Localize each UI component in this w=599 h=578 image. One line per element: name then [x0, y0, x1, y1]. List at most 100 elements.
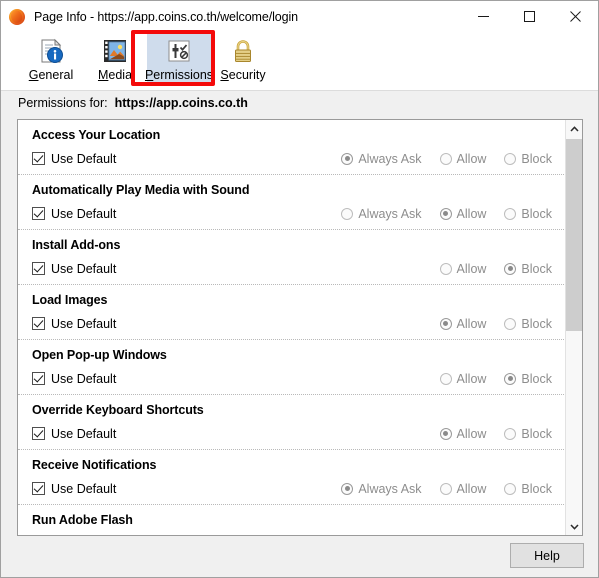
radio-option-label: Allow [456, 261, 487, 276]
tab-media[interactable]: Media [83, 32, 147, 84]
radio-option[interactable]: Allow [439, 261, 487, 276]
radio-option[interactable]: Allow [439, 371, 487, 386]
minimize-button[interactable] [460, 1, 506, 32]
chevron-down-icon [570, 523, 579, 530]
tab-security[interactable]: Security [211, 32, 275, 84]
use-default-checkbox[interactable]: Use Default [32, 152, 116, 166]
use-default-checkbox[interactable]: Use Default [32, 427, 116, 441]
checkmark-icon [32, 317, 45, 330]
radio-option[interactable]: Allow [439, 316, 487, 331]
permission-row: Automatically Play Media with Sound Use D… [18, 175, 566, 230]
permissions-sliders-icon [163, 35, 195, 67]
radio-dot-icon [504, 482, 517, 495]
close-button[interactable] [552, 1, 598, 32]
page-info-window: Page Info - https://app.coins.co.th/welc… [0, 0, 599, 578]
permission-title: Receive Notifications [32, 458, 157, 472]
permission-row: Access Your Location Use Default Always As… [18, 120, 566, 175]
permission-options: Always Ask Allow Block [341, 479, 552, 498]
firefox-icon [9, 8, 25, 25]
checkmark-icon [32, 207, 45, 220]
radio-option[interactable]: Block [504, 317, 552, 331]
radio-dot-icon [504, 427, 517, 440]
radio-option[interactable]: Block [504, 207, 552, 221]
radio-option[interactable]: Allow [439, 207, 486, 221]
permission-title: Open Pop-up Windows [32, 348, 167, 362]
permission-title: Automatically Play Media with Sound [32, 183, 250, 197]
checkmark-icon [32, 152, 45, 165]
radio-option[interactable]: Block [504, 152, 552, 166]
radio-option[interactable]: Always Ask [341, 152, 422, 166]
checkmark-icon [32, 262, 45, 275]
scrollbar-thumb[interactable] [566, 139, 582, 331]
scrollbar-track[interactable] [566, 137, 582, 518]
use-default-label: Use Default [51, 206, 117, 221]
tab-media-label: Media [97, 68, 133, 82]
radio-dot-icon [439, 372, 452, 385]
radio-option-label: Allow [456, 481, 487, 496]
help-button[interactable]: Help [510, 543, 584, 568]
permission-row-body: Use Default Always Ask Allow Block [32, 149, 552, 168]
tab-security-label: Security [220, 68, 266, 82]
permission-title: Access Your Location [32, 128, 161, 142]
radio-option-label: Block [521, 206, 552, 221]
radio-option[interactable]: Block [504, 372, 552, 386]
radio-option-label: Block [521, 481, 552, 496]
use-default-checkbox[interactable]: Use Default [32, 207, 116, 221]
permission-row: Override Keyboard Shortcuts Use Default Al… [18, 395, 566, 450]
radio-option[interactable]: Allow [439, 426, 487, 441]
permission-options: Allow Block [439, 424, 552, 443]
radio-dot-icon [439, 482, 452, 495]
radio-option-label: Block [521, 426, 552, 441]
minimize-icon [477, 16, 489, 17]
permissions-scrollbar[interactable] [565, 120, 582, 535]
tab-general-label: General [28, 68, 74, 82]
maximize-icon [523, 11, 535, 22]
radio-option[interactable]: Block [504, 262, 552, 276]
media-filmstrip-icon [99, 35, 131, 67]
radio-dot-icon [341, 482, 354, 495]
radio-dot-icon [341, 207, 354, 220]
radio-dot-icon [504, 372, 517, 385]
permission-row-body: Use Default Always Ask Allow Block [32, 479, 552, 498]
tab-general[interactable]: General [19, 32, 83, 84]
permissions-list: Access Your Location Use Default Always As… [18, 120, 566, 535]
radio-option-label: Allow [456, 371, 487, 386]
use-default-label: Use Default [51, 316, 117, 331]
permissions-list-panel: Access Your Location Use Default Always As… [17, 119, 583, 536]
permission-row: Install Add-ons Use Default Allow Block [18, 230, 566, 285]
radio-option[interactable]: Always Ask [341, 482, 422, 496]
padlock-icon [227, 35, 259, 67]
radio-dot-icon [439, 317, 452, 330]
radio-option-label: Block [521, 316, 552, 331]
radio-option-label: Allow [456, 151, 487, 166]
radio-option[interactable]: Allow [439, 151, 487, 166]
permissions-for-host: https://app.coins.co.th [114, 96, 248, 110]
radio-dot-icon [341, 152, 354, 165]
use-default-label: Use Default [51, 371, 117, 386]
use-default-checkbox[interactable]: Use Default [32, 262, 116, 276]
radio-dot-icon [504, 207, 517, 220]
permissions-for-label: Permissions for: [18, 96, 108, 110]
scroll-up-button[interactable] [566, 120, 582, 137]
checkmark-icon [32, 427, 45, 440]
permission-row: Run Adobe Flash [18, 505, 566, 535]
tab-permissions[interactable]: Permissions [144, 32, 214, 84]
document-info-icon [35, 35, 67, 67]
radio-dot-icon [439, 262, 452, 275]
use-default-checkbox[interactable]: Use Default [32, 317, 116, 331]
use-default-checkbox[interactable]: Use Default [32, 372, 116, 386]
radio-option[interactable]: Allow [439, 481, 487, 496]
maximize-button[interactable] [506, 1, 552, 32]
use-default-label: Use Default [51, 481, 117, 496]
radio-option[interactable]: Block [504, 482, 552, 496]
radio-option-label: Allow [456, 426, 487, 441]
radio-option-label: Allow [456, 316, 487, 331]
radio-option[interactable]: Block [504, 427, 552, 441]
use-default-checkbox[interactable]: Use Default [32, 482, 116, 496]
radio-dot-icon [504, 262, 517, 275]
scroll-down-button[interactable] [566, 518, 582, 535]
permission-row: Load Images Use Default Allow Block [18, 285, 566, 340]
radio-option-label: Block [521, 151, 552, 166]
radio-option[interactable]: Always Ask [341, 207, 422, 221]
tab-permissions-label: Permissions [144, 68, 214, 82]
